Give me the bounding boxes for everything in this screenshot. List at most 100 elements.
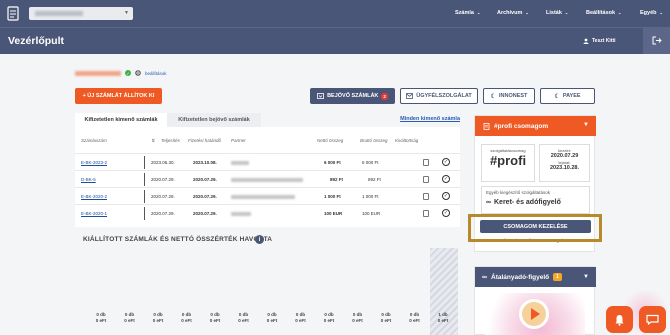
monthly-chart: 0 db 0 eFt 0 db 0 eFt 0 db 0 eFt 0 db 0 eFt 0 db… [75,248,460,335]
net-value: 0 eFt [352,318,363,323]
document-icon[interactable] [423,159,429,166]
binoculars-icon: ∞ [486,199,491,206]
col-header-number[interactable]: Számlaszám [81,138,107,143]
check-circle-icon[interactable]: ✓ [442,192,450,200]
page-title: Vezérlőpult [8,35,65,47]
moon-icon: ☾ [490,93,496,100]
col-header-partner[interactable]: Partner [231,138,246,143]
due-date: 2020.07.29. [193,194,217,199]
net-amount: 100 EUR [324,211,343,216]
company-line: ✓ beállítások [75,70,167,76]
document-icon[interactable] [423,176,429,183]
nav-item-egyeb[interactable]: Egyéb ⌄ [640,10,663,16]
net-amount: 892 Ft [330,177,344,182]
gear-icon[interactable] [135,70,141,76]
net-value: 0 eFt [238,318,249,323]
table-header: Számlaszám ⇅ Teljesítés Fizetési határid… [75,127,460,153]
performance-date: 2020.07.29. [151,211,175,216]
bell-icon [615,314,624,326]
flat-tax-badge: 1 [553,273,562,281]
info-icon[interactable]: i [255,235,264,244]
notifications-button[interactable] [606,306,633,333]
flat-tax-header[interactable]: ∞ Átalányadó-figyelő 1 ▼ [475,267,596,287]
moon-icon: ☾ [554,93,560,100]
nav-item-archivum[interactable]: Archívum ⌄ [497,10,529,16]
chart-month-label: 0 db 0 eFt [116,312,144,324]
performance-date: 2020.07.29. [151,194,175,199]
all-outgoing-link[interactable]: Minden kimenő számla [400,116,460,122]
nav-item-szamla[interactable]: Számla ⌄ [455,10,480,16]
flat-tax-panel: ∞ Átalányadó-figyelő 1 ▼ [474,266,596,335]
chevron-down-icon: ▼ [124,10,129,16]
chart-month-label: 0 db 0 eFt [258,312,286,324]
check-circle-icon[interactable]: ✓ [442,158,450,166]
invoice-number-link[interactable]: E-BK-2020-2 [81,194,107,199]
col-header-status[interactable]: Kiváltottság [395,138,418,143]
chart-month-label: 0 db 0 eFt [401,312,429,324]
chevron-down-icon: ▼ [583,274,589,280]
innonest-button[interactable]: ☾ INNONEST [483,88,535,104]
invoice-table: Számlaszám ⇅ Teljesítés Fizetési határid… [75,127,460,227]
net-value: 0 eFt [409,318,420,323]
tab-outgoing[interactable]: Kifizetetlen kimenő számlák [75,113,167,127]
payee-button[interactable]: ☾ PAYEE [540,88,595,104]
due-date: 2023.10.08. [193,160,217,165]
partner-name [231,161,249,165]
play-icon[interactable] [519,299,549,329]
col-header-performance[interactable]: Teljesítés [161,138,180,143]
net-value: 0 eFt [124,318,135,323]
chart-month-label: 0 db 0 eFt [201,312,229,324]
invoice-number-link[interactable]: E-BK-2023-2 [81,160,107,165]
nav-item-listak[interactable]: Listák ⌄ [546,10,568,16]
user-menu[interactable]: Teszt Kitti [583,38,616,44]
package-dates-box: kezdet: 2020.07.29 lejárat: 2023.10.28. [539,144,590,182]
payee-label: PAYEE [562,93,581,99]
net-value: 0 eFt [209,318,221,323]
due-date: 2020.07.29. [193,211,217,216]
incoming-invoices-button[interactable]: BEJÖVŐ SZÁMLÁK 2 [310,88,395,104]
col-header-due[interactable]: Fizetési határidő [188,138,221,143]
sort-icon[interactable]: ⇅ [151,138,155,144]
gross-amount: 892 Ft [368,177,381,182]
table-row[interactable]: E-BK-2023-2 2023.06.30. 2023.10.08. 6 00… [75,153,460,170]
user-icon [583,38,589,44]
row-divider [144,173,145,186]
user-name: Teszt Kitti [592,38,616,44]
col-header-gross[interactable]: Bruttó összeg [360,138,388,143]
net-value: 0 eFt [152,318,164,323]
tab-incoming[interactable]: Kifizetetlen bejövő számlák [167,113,261,127]
nav-item-beallitasok[interactable]: Beállítások ⌄ [586,10,621,16]
document-icon [483,122,490,130]
net-amount: 6 000 Ft [324,160,341,165]
net-value: 0 eFt [295,318,306,323]
chart-month-label: 0 db 0 eFt [344,312,372,324]
support-button[interactable]: ÜGYFÉLSZOLGÁLAT [400,88,478,104]
chevron-down-icon: ⌄ [659,10,663,15]
mail-icon [406,93,414,99]
net-value: 0 eFt [323,318,335,323]
settings-link[interactable]: beállítások [145,71,167,76]
col-header-net[interactable]: Nettó összeg [317,138,343,143]
logout-button[interactable] [643,27,670,54]
table-row[interactable]: E-BK-2020-2 2020.07.29. 2020.07.29. 1 00… [75,187,460,204]
document-icon[interactable] [423,210,429,217]
document-icon[interactable] [423,193,429,200]
check-circle-icon[interactable]: ✓ [442,175,450,183]
extra-service-item: ∞ Keret- és adófigyelő [486,199,561,206]
chart-month-label: 0 db 0 eFt [372,312,400,324]
package-panel-header[interactable]: #profi csomagom ▼ [475,116,596,136]
binoculars-icon: ∞ [482,273,487,281]
invoice-number-link[interactable]: E-BK-2020-1 [81,211,107,216]
table-row[interactable]: E-BK-2020-1 2020.07.29. 2020.07.29. 100 … [75,204,460,221]
chart-month-label: 0 db 0 eFt [287,312,315,324]
incoming-invoices-label: BEJÖVŐ SZÁMLÁK [327,93,379,99]
company-select[interactable]: ▼ [29,7,133,20]
app-logo-icon[interactable] [7,6,20,21]
check-circle-icon[interactable]: ✓ [442,209,450,217]
chat-button[interactable] [639,306,666,333]
table-row[interactable]: D-BK-5 2020.07.29. 2020.07.29. 892 Ft 89… [75,170,460,187]
new-invoice-button[interactable]: + ÚJ SZÁMLÁT ÁLLÍTOK KI [75,88,162,104]
invoice-number-link[interactable]: D-BK-5 [81,177,96,182]
chart-title: KIÁLLÍTOTT SZÁMLÁK ÉS NETTÓ ÖSSZÉRTÉK HA… [83,236,273,243]
chevron-down-icon: ⌄ [564,10,569,15]
